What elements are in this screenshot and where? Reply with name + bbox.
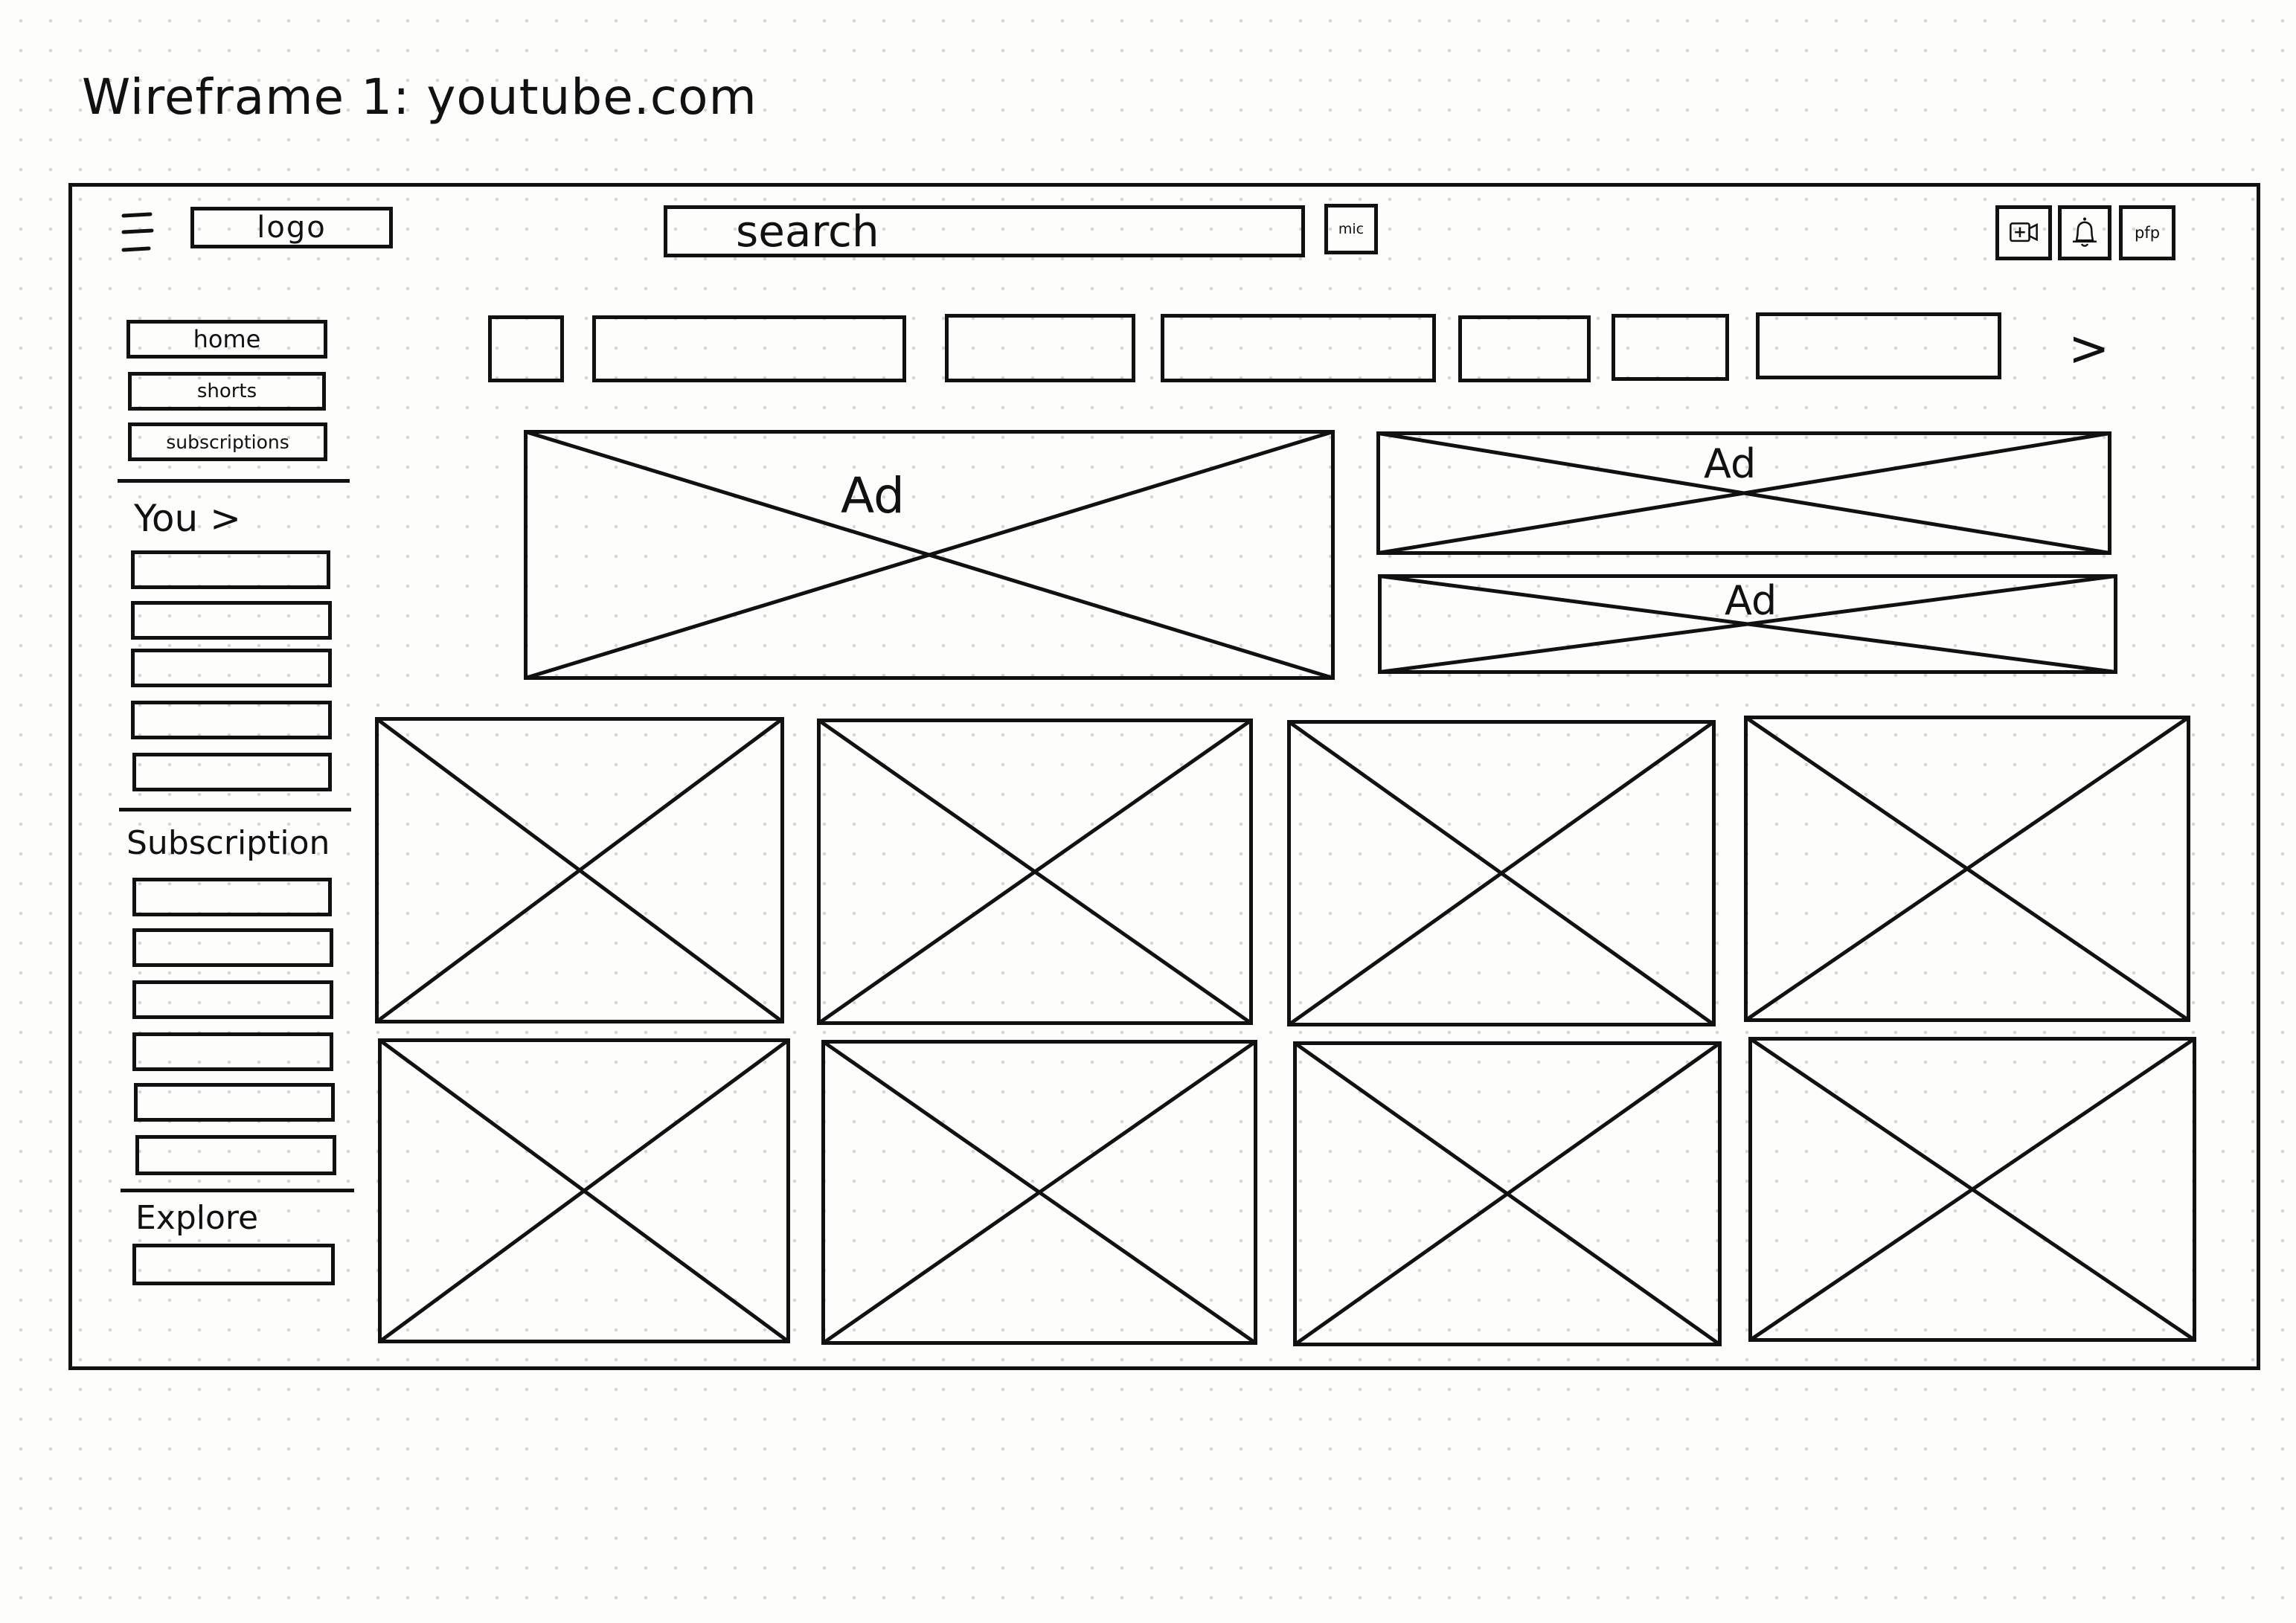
filter-chip[interactable] — [1612, 314, 1729, 381]
filter-chip[interactable] — [1161, 314, 1436, 382]
filter-chip[interactable] — [1756, 312, 2001, 379]
filter-chip[interactable] — [488, 315, 564, 382]
you-list-item[interactable] — [131, 601, 332, 640]
you-list-item[interactable] — [131, 649, 332, 687]
sidebar-item-shorts[interactable]: shorts — [128, 372, 326, 411]
sidebar-divider — [121, 1189, 354, 1192]
search-input[interactable]: search — [664, 205, 1305, 257]
ad-banner-main[interactable] — [524, 430, 1335, 680]
subscription-list-item[interactable] — [132, 980, 333, 1019]
sidebar-item-label: subscriptions — [166, 431, 289, 453]
video-thumbnail[interactable] — [1287, 720, 1716, 1026]
subscription-list-item[interactable] — [132, 1032, 333, 1071]
subscription-list-item[interactable] — [135, 1135, 336, 1175]
mic-button[interactable]: mic — [1324, 204, 1378, 254]
mic-label: mic — [1338, 221, 1365, 237]
filter-chip[interactable] — [592, 315, 906, 382]
sidebar-divider — [119, 808, 351, 812]
pfp-label: pfp — [2134, 224, 2161, 242]
you-list-item[interactable] — [131, 701, 332, 739]
video-thumbnail[interactable] — [817, 719, 1253, 1025]
filter-chip[interactable] — [945, 314, 1135, 382]
subscription-list-item[interactable] — [132, 928, 333, 967]
profile-picture-button[interactable]: pfp — [2119, 205, 2175, 260]
sidebar-item-label: home — [193, 325, 261, 353]
ad-label: Ad — [1704, 440, 1757, 487]
video-thumbnail[interactable] — [1744, 716, 2190, 1022]
filter-chip[interactable] — [1458, 315, 1591, 382]
video-thumbnail[interactable] — [375, 717, 784, 1023]
wireframe-title: Wireframe 1: youtube.com — [82, 68, 757, 126]
search-label: search — [736, 206, 879, 257]
sidebar-item-label: shorts — [196, 380, 257, 402]
video-thumbnail[interactable] — [1748, 1037, 2196, 1342]
hamburger-menu-icon[interactable] — [119, 210, 156, 254]
logo-label: logo — [257, 210, 327, 245]
create-video-icon — [2010, 222, 2038, 242]
ad-label: Ad — [841, 467, 905, 524]
logo-placeholder[interactable]: logo — [190, 207, 393, 248]
notification-bell-icon — [2073, 217, 2097, 247]
chip-scroll-next-button[interactable]: > — [2068, 320, 2109, 377]
sidebar-divider — [118, 479, 350, 483]
video-thumbnail[interactable] — [378, 1038, 790, 1343]
you-section-heading[interactable]: You > — [134, 497, 241, 540]
explore-list-item[interactable] — [132, 1244, 335, 1285]
notifications-button[interactable] — [2058, 205, 2111, 260]
explore-section-heading: Explore — [135, 1199, 259, 1237]
subscription-list-item[interactable] — [134, 1083, 335, 1122]
video-thumbnail[interactable] — [1293, 1041, 1722, 1346]
sidebar-item-home[interactable]: home — [126, 320, 327, 359]
create-video-button[interactable] — [1995, 205, 2052, 260]
you-list-item[interactable] — [132, 753, 332, 791]
subscriptions-section-heading: Subscription — [126, 824, 330, 862]
ad-label: Ad — [1725, 577, 1777, 624]
you-list-item[interactable] — [131, 550, 330, 589]
video-thumbnail[interactable] — [821, 1040, 1257, 1345]
subscription-list-item[interactable] — [132, 878, 332, 916]
sidebar-item-subscriptions[interactable]: subscriptions — [128, 422, 327, 461]
